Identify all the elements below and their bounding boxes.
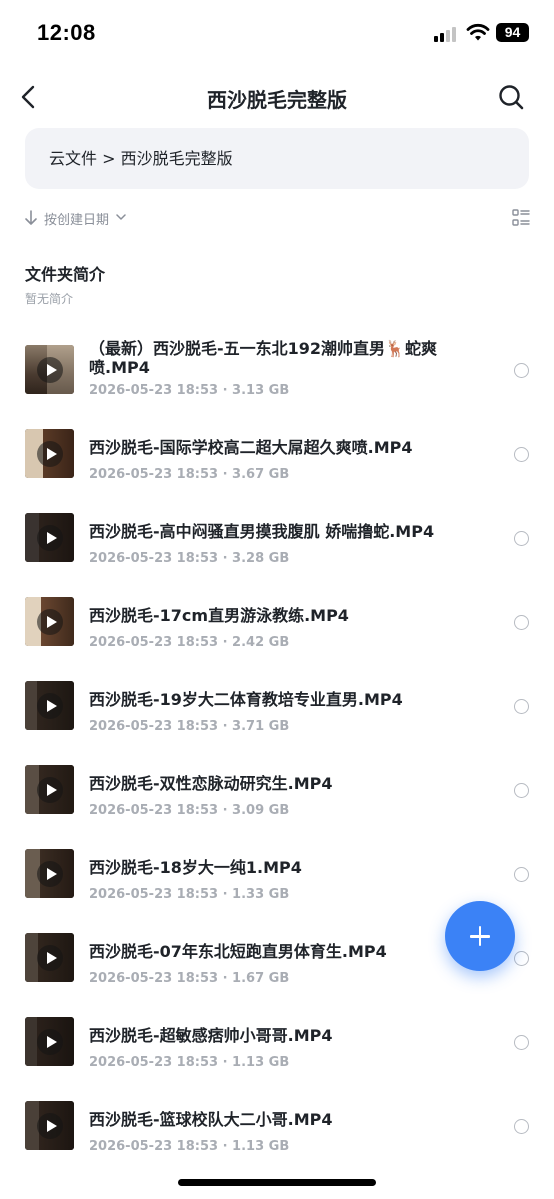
file-meta: 2026-05-23 18:53 · 3.71 GB [89, 719, 290, 734]
wifi-icon [466, 23, 490, 41]
video-thumbnail[interactable] [25, 1101, 74, 1150]
file-row[interactable]: 西沙脱毛-超敏感痞帅小哥哥.MP4 2026-05-23 18:53 · 1.1… [0, 998, 554, 1082]
file-row[interactable]: （最新）西沙脱毛-五一东北192潮帅直男🦌蛇爽喷.MP4 2026-05-23 … [0, 326, 554, 410]
play-icon [36, 860, 63, 887]
battery-indicator: 94 [496, 23, 529, 42]
select-radio[interactable] [514, 1035, 529, 1050]
video-thumbnail[interactable] [25, 933, 74, 982]
file-meta: 2026-05-23 18:53 · 1.13 GB [89, 1055, 290, 1070]
file-name: 西沙脱毛-07年东北短跑直男体育生.MP4 [89, 942, 387, 961]
file-row[interactable]: 西沙脱毛-19岁大二体育教培专业直男.MP4 2026-05-23 18:53 … [0, 662, 554, 746]
file-name: 西沙脱毛-双性恋脉动研究生.MP4 [89, 774, 333, 793]
select-radio[interactable] [514, 867, 529, 882]
page-title: 西沙脱毛完整版 [207, 88, 347, 112]
file-row[interactable]: 西沙脱毛-双性恋脉动研究生.MP4 2026-05-23 18:53 · 3.0… [0, 746, 554, 830]
file-meta: 2026-05-23 18:53 · 3.13 GB [89, 383, 290, 398]
file-list: （最新）西沙脱毛-五一东北192潮帅直男🦌蛇爽喷.MP4 2026-05-23 … [0, 326, 554, 1166]
folder-intro-title: 文件夹简介 [25, 265, 106, 284]
file-row[interactable]: 西沙脱毛-国际学校高二超大屌超久爽喷.MP4 2026-05-23 18:53 … [0, 410, 554, 494]
folder-intro-text: 暂无简介 [25, 292, 74, 306]
play-icon [36, 1028, 63, 1055]
video-thumbnail[interactable] [25, 345, 74, 394]
breadcrumb[interactable]: 云文件 > 西沙脱毛完整版 [25, 128, 529, 189]
cellular-signal-icon [434, 26, 460, 42]
play-icon [36, 944, 63, 971]
file-name: 西沙脱毛-17cm直男游泳教练.MP4 [89, 606, 349, 625]
play-icon [36, 608, 63, 635]
sort-label[interactable]: 按创建日期 [44, 209, 109, 228]
video-thumbnail[interactable] [25, 765, 74, 814]
file-meta: 2026-05-23 18:53 · 1.33 GB [89, 887, 290, 902]
file-name: 西沙脱毛-19岁大二体育教培专业直男.MP4 [89, 690, 403, 709]
file-meta: 2026-05-23 18:53 · 1.13 GB [89, 1139, 290, 1154]
select-radio[interactable] [514, 699, 529, 714]
video-thumbnail[interactable] [25, 1017, 74, 1066]
select-radio[interactable] [514, 1119, 529, 1134]
sort-row: 按创建日期 [24, 207, 530, 231]
file-name: 西沙脱毛-篮球校队大二小哥.MP4 [89, 1110, 333, 1129]
file-name: 西沙脱毛-超敏感痞帅小哥哥.MP4 [89, 1026, 333, 1045]
file-row[interactable]: 西沙脱毛-17cm直男游泳教练.MP4 2026-05-23 18:53 · 2… [0, 578, 554, 662]
search-icon[interactable] [496, 82, 526, 112]
file-name: 西沙脱毛-18岁大一纯1.MP4 [89, 858, 302, 877]
select-radio[interactable] [514, 951, 529, 966]
play-icon [36, 692, 63, 719]
video-thumbnail[interactable] [25, 849, 74, 898]
file-meta: 2026-05-23 18:53 · 3.09 GB [89, 803, 290, 818]
file-meta: 2026-05-23 18:53 · 3.28 GB [89, 551, 290, 566]
file-name: 西沙脱毛-高中闷骚直男摸我腹肌 娇喘撸蛇.MP4 [89, 522, 435, 541]
play-icon [36, 356, 63, 383]
file-name: （最新）西沙脱毛-五一东北192潮帅直男🦌蛇爽喷.MP4 [89, 339, 437, 377]
play-icon [36, 1112, 63, 1139]
video-thumbnail[interactable] [25, 513, 74, 562]
nav-bar: 西沙脱毛完整版 [0, 72, 554, 122]
play-icon [36, 776, 63, 803]
file-meta: 2026-05-23 18:53 · 1.67 GB [89, 971, 290, 986]
play-icon [36, 440, 63, 467]
file-name: 西沙脱毛-国际学校高二超大屌超久爽喷.MP4 [89, 438, 413, 457]
status-bar: 12:08 94 [0, 0, 554, 66]
add-button[interactable] [445, 901, 515, 971]
select-radio[interactable] [514, 531, 529, 546]
file-meta: 2026-05-23 18:53 · 3.67 GB [89, 467, 290, 482]
home-indicator [178, 1179, 376, 1186]
video-thumbnail[interactable] [25, 429, 74, 478]
chevron-down-icon[interactable] [116, 213, 126, 221]
video-thumbnail[interactable] [25, 597, 74, 646]
select-radio[interactable] [514, 363, 529, 378]
select-radio[interactable] [514, 615, 529, 630]
video-thumbnail[interactable] [25, 681, 74, 730]
list-view-icon[interactable] [512, 209, 530, 227]
file-row[interactable]: 西沙脱毛-高中闷骚直男摸我腹肌 娇喘撸蛇.MP4 2026-05-23 18:5… [0, 494, 554, 578]
select-radio[interactable] [514, 447, 529, 462]
status-time: 12:08 [37, 20, 96, 45]
sort-arrow-icon[interactable] [24, 210, 38, 226]
select-radio[interactable] [514, 783, 529, 798]
file-row[interactable]: 西沙脱毛-篮球校队大二小哥.MP4 2026-05-23 18:53 · 1.1… [0, 1082, 554, 1166]
play-icon [36, 524, 63, 551]
file-meta: 2026-05-23 18:53 · 2.42 GB [89, 635, 290, 650]
